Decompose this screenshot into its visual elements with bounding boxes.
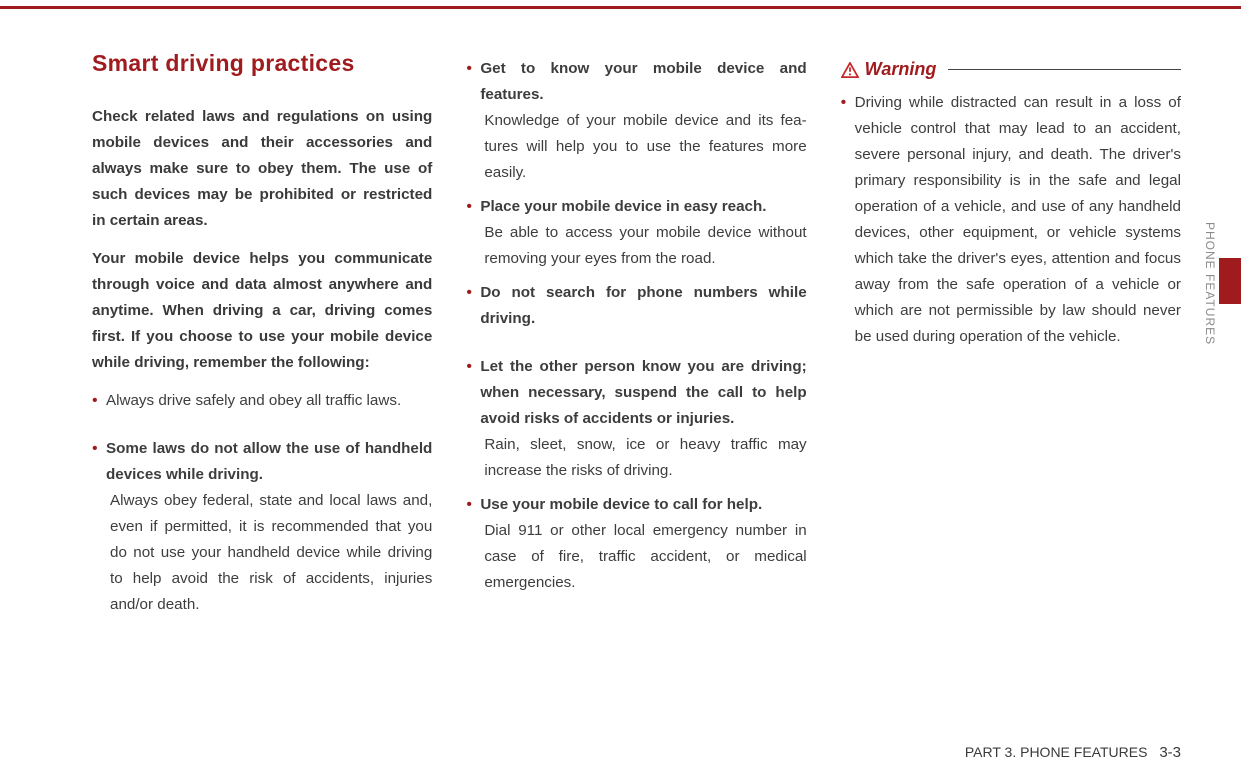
bullet-bold: Let the other person know you are driv­i… — [480, 358, 806, 427]
footer-page: 3-3 — [1159, 744, 1181, 761]
page-footer: PART 3. PHONE FEATURES 3-3 — [965, 744, 1181, 761]
warning-text: Driving while distracted can result in a… — [855, 94, 1181, 345]
intro-paragraph-1: Check related laws and regulations on us… — [92, 104, 432, 234]
footer-part: PART 3. PHONE FEATURES — [965, 744, 1148, 760]
bullet-sub: Knowledge of your mobile device and its … — [480, 108, 806, 186]
warning-title: Warning — [865, 56, 937, 82]
bullet-text: Always drive safely and obey all traffic… — [106, 392, 401, 409]
top-bar — [0, 6, 1241, 9]
column-1: Smart driving practices Check related la… — [92, 50, 432, 737]
bullet-bold: Do not search for phone numbers while dr… — [480, 284, 806, 327]
page-content: Smart driving practices Check related la… — [92, 50, 1181, 737]
bullet-item: Let the other person know you are driv­i… — [466, 354, 806, 484]
bullet-item: Some laws do not allow the use of hand­h… — [92, 436, 432, 618]
bullet-sub: Dial 911 or other local emergency number… — [480, 518, 806, 596]
warning-rule — [948, 69, 1181, 70]
bullet-item: Place your mobile device in easy reach. … — [466, 194, 806, 272]
warning-bullet: Driving while distracted can result in a… — [841, 90, 1181, 350]
bullet-sub: Always obey federal, state and local law… — [106, 488, 432, 618]
bullet-bold: Use your mobile device to call for help. — [480, 496, 762, 513]
bullet-sub: Be able to access your mobile device wit… — [480, 220, 806, 272]
section-title: Smart driving practices — [92, 50, 432, 76]
warning-header: Warning — [841, 56, 1181, 82]
warning-icon — [841, 61, 859, 77]
side-tab — [1219, 258, 1241, 304]
bullet-sub: Rain, sleet, snow, ice or heavy traffic … — [480, 432, 806, 484]
bullet-item: Always drive safely and obey all traffic… — [92, 388, 432, 414]
vertical-section-label: PHONE FEATURES — [1203, 222, 1217, 345]
intro-paragraph-2: Your mobile device helps you communi­cat… — [92, 246, 432, 376]
bullet-item: Get to know your mobile device and featu… — [466, 56, 806, 186]
bullet-bold: Place your mobile device in easy reach. — [480, 198, 766, 215]
bullet-item: Do not search for phone numbers while dr… — [466, 280, 806, 332]
column-3: Warning Driving while distracted can res… — [841, 50, 1181, 737]
column-2: Get to know your mobile device and featu… — [466, 50, 806, 737]
bullet-item: Use your mobile device to call for help.… — [466, 492, 806, 596]
bullet-bold: Get to know your mobile device and featu… — [480, 60, 806, 103]
bullet-bold: Some laws do not allow the use of hand­h… — [106, 440, 432, 483]
